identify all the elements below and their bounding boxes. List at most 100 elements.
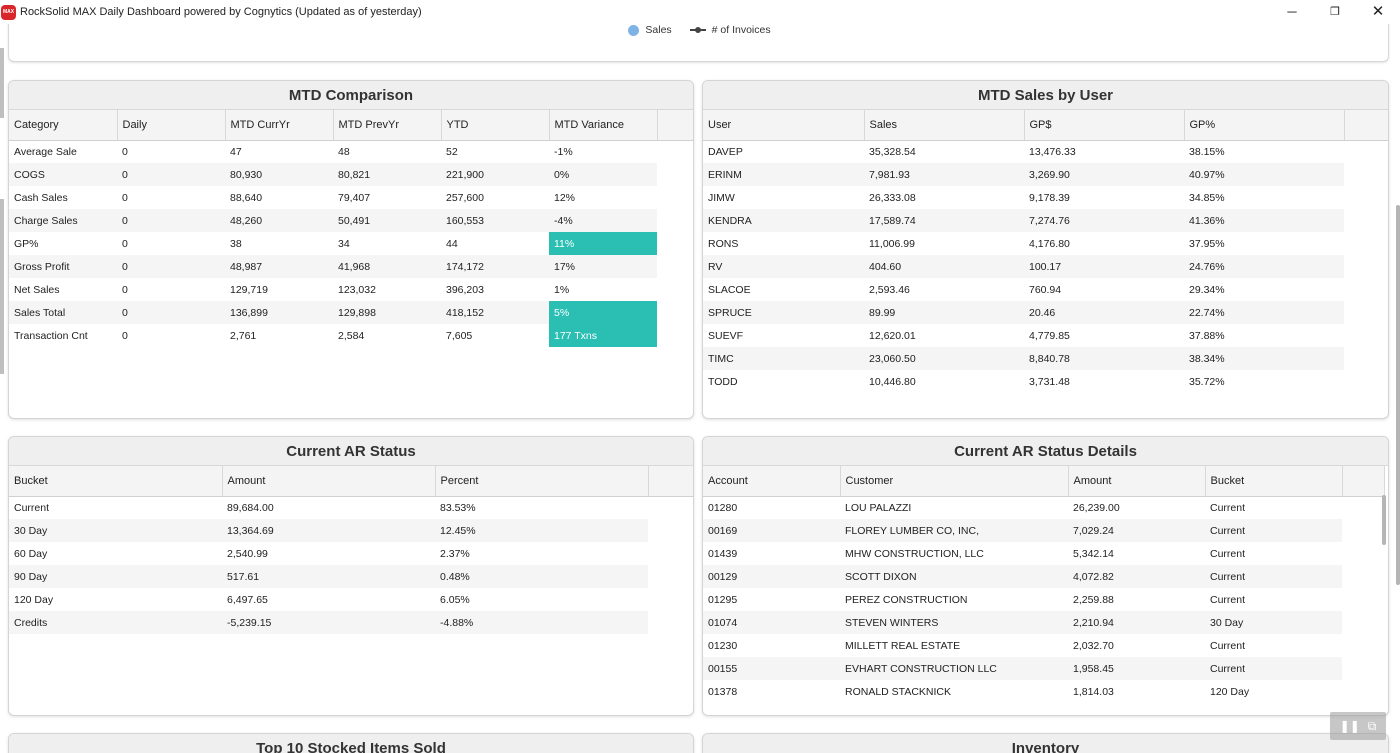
column-header[interactable]: MTD CurrYr <box>225 110 334 141</box>
table-cell: 2,540.99 <box>227 547 268 560</box>
table-cell: 34.85% <box>1189 191 1225 204</box>
column-header[interactable]: Account <box>703 466 841 497</box>
table-row[interactable]: 00169 FLOREY LUMBER CO, INC, 7,029.24 Curre… <box>703 519 1384 542</box>
table-cell-filler <box>1344 186 1388 209</box>
table-cell-filler <box>1342 611 1384 634</box>
ar-details-scrollbar[interactable] <box>1382 495 1386 545</box>
column-header[interactable]: Bucket <box>1205 466 1343 497</box>
column-header[interactable]: Daily <box>117 110 226 141</box>
table-cell: 38 <box>230 237 242 250</box>
column-header[interactable]: Customer <box>840 466 1069 497</box>
table-row[interactable]: Net Sales 0 129,719 123,032 396,203 1% <box>9 278 693 301</box>
left-edge-mark <box>0 48 4 118</box>
ar-details-panel: Current AR Status Details Account Custome… <box>702 436 1389 716</box>
table-row[interactable]: 01439 MHW CONSTRUCTION, LLC 5,342.14 Curren… <box>703 542 1384 565</box>
dashboard-content[interactable]: Sales # of Invoices MTD Comparison Categ… <box>0 24 1396 753</box>
column-header[interactable]: GP$ <box>1024 110 1185 141</box>
inventory-panel: Inventory <box>702 733 1389 753</box>
column-header[interactable]: Amount <box>1068 466 1206 497</box>
picture-in-picture-icon[interactable]: ⧉ <box>1368 719 1377 734</box>
table-row[interactable]: 120 Day 6,497.65 6.05% <box>9 588 693 611</box>
column-header[interactable]: GP% <box>1184 110 1345 141</box>
column-header[interactable]: Percent <box>435 466 649 497</box>
table-cell: LOU PALAZZI <box>845 501 912 514</box>
table-cell-filler <box>1342 680 1384 703</box>
table-row[interactable]: Credits -5,239.15 -4.88% <box>9 611 693 634</box>
column-header[interactable]: Amount <box>222 466 436 497</box>
minimize-button[interactable]: ─ <box>1272 0 1312 22</box>
table-row[interactable]: 90 Day 517.61 0.48% <box>9 565 693 588</box>
table-row[interactable]: RV 404.60 100.17 24.76% <box>703 255 1388 278</box>
table-cell-filler <box>1342 657 1384 680</box>
table-cell-filler <box>1342 634 1384 657</box>
legend-item-invoices[interactable]: # of Invoices <box>689 24 771 36</box>
column-header[interactable]: MTD Variance <box>549 110 658 141</box>
table-cell: 11% <box>549 232 657 255</box>
table-cell: 123,032 <box>338 283 376 296</box>
table-cell: 0 <box>122 145 128 158</box>
table-row[interactable]: ERINM 7,981.93 3,269.90 40.97% <box>703 163 1388 186</box>
table-row[interactable]: 01295 PEREZ CONSTRUCTION 2,259.88 Current <box>703 588 1384 611</box>
column-header[interactable]: Category <box>9 110 118 141</box>
table-row[interactable]: 30 Day 13,364.69 12.45% <box>9 519 693 542</box>
table-row[interactable]: Transaction Cnt 0 2,761 2,584 7,605 177 Txns <box>9 324 693 347</box>
table-cell-filler <box>1344 278 1388 301</box>
table-cell: 26,333.08 <box>869 191 916 204</box>
maximize-button[interactable]: ❐ <box>1315 0 1355 22</box>
table-cell: 40.97% <box>1184 163 1344 186</box>
table-cell: 80,930 <box>225 163 333 186</box>
table-cell: 13,364.69 <box>222 519 435 542</box>
column-header[interactable]: User <box>703 110 865 141</box>
table-row[interactable]: 01378 RONALD STACKNICK 1,814.03 120 Day <box>703 680 1384 703</box>
table-row[interactable]: Gross Profit 0 48,987 41,968 174,172 17% <box>9 255 693 278</box>
table-row[interactable]: DAVEP 35,328.54 13,476.33 38.15% <box>703 140 1388 163</box>
table-row[interactable]: RONS 11,006.99 4,176.80 37.95% <box>703 232 1388 255</box>
table-row[interactable]: Cash Sales 0 88,640 79,407 257,600 12% <box>9 186 693 209</box>
table-row[interactable]: Sales Total 0 136,899 129,898 418,152 5% <box>9 301 693 324</box>
ar-status-panel: Current AR Status Bucket Amount Percent Cur… <box>8 436 694 716</box>
table-cell: JIMW <box>708 191 735 204</box>
table-row[interactable]: Current 89,684.00 83.53% <box>9 496 693 519</box>
column-header[interactable]: Bucket <box>9 466 223 497</box>
table-row[interactable]: GP% 0 38 34 44 11% <box>9 232 693 255</box>
table-row[interactable]: 01280 LOU PALAZZI 26,239.00 Current <box>703 496 1384 519</box>
column-header[interactable]: Sales <box>864 110 1025 141</box>
table-cell: PEREZ CONSTRUCTION <box>845 593 968 606</box>
media-controls[interactable]: ❚❚ ⧉ <box>1330 712 1386 740</box>
table-cell: 52 <box>446 145 458 158</box>
table-cell: 48,987 <box>225 255 333 278</box>
table-row[interactable]: KENDRA 17,589.74 7,274.76 41.36% <box>703 209 1388 232</box>
table-row[interactable]: SPRUCE 89.99 20.46 22.74% <box>703 301 1388 324</box>
table-row[interactable]: TODD 10,446.80 3,731.48 35.72% <box>703 370 1388 393</box>
pause-icon[interactable]: ❚❚ <box>1340 719 1360 733</box>
table-row[interactable]: SUEVF 12,620.01 4,779.85 37.88% <box>703 324 1388 347</box>
table-cell: Current <box>1210 547 1246 560</box>
table-cell: 12,620.01 <box>869 329 916 342</box>
table-cell: 0 <box>117 301 225 324</box>
legend-item-sales[interactable]: Sales <box>628 24 672 36</box>
column-header[interactable]: MTD PrevYr <box>333 110 442 141</box>
table-cell: 221,900 <box>441 163 549 186</box>
column-header[interactable]: YTD <box>441 110 550 141</box>
table-row[interactable]: 00129 SCOTT DIXON 4,072.82 Current <box>703 565 1384 588</box>
table-cell: 38.34% <box>1184 347 1344 370</box>
table-cell: 41,968 <box>333 255 441 278</box>
table-row[interactable]: COGS 0 80,930 80,821 221,900 0% <box>9 163 693 186</box>
table-cell: 1,958.45 <box>1068 657 1205 680</box>
table-row[interactable]: 00155 EVHART CONSTRUCTION LLC 1,958.45 Curr… <box>703 657 1384 680</box>
table-row[interactable]: TIMC 23,060.50 8,840.78 38.34% <box>703 347 1388 370</box>
table-cell: Current <box>1205 657 1342 680</box>
table-row[interactable]: 01074 STEVEN WINTERS 2,210.94 30 Day <box>703 611 1384 634</box>
sales-dot-icon <box>628 24 640 36</box>
table-row[interactable]: Charge Sales 0 48,260 50,491 160,553 -4% <box>9 209 693 232</box>
table-cell: SCOTT DIXON <box>840 565 1068 588</box>
table-cell-filler <box>657 232 693 255</box>
page-scrollbar[interactable] <box>1396 205 1400 585</box>
table-row[interactable]: Average Sale 0 47 48 52 -1% <box>9 140 693 163</box>
table-row[interactable]: JIMW 26,333.08 9,178.39 34.85% <box>703 186 1388 209</box>
close-button[interactable]: ✕ <box>1358 0 1398 22</box>
table-cell: 01295 <box>708 593 738 606</box>
table-row[interactable]: 60 Day 2,540.99 2.37% <box>9 542 693 565</box>
table-row[interactable]: 01230 MILLETT REAL ESTATE 2,032.70 Current <box>703 634 1384 657</box>
table-row[interactable]: SLACOE 2,593.46 760.94 29.34% <box>703 278 1388 301</box>
